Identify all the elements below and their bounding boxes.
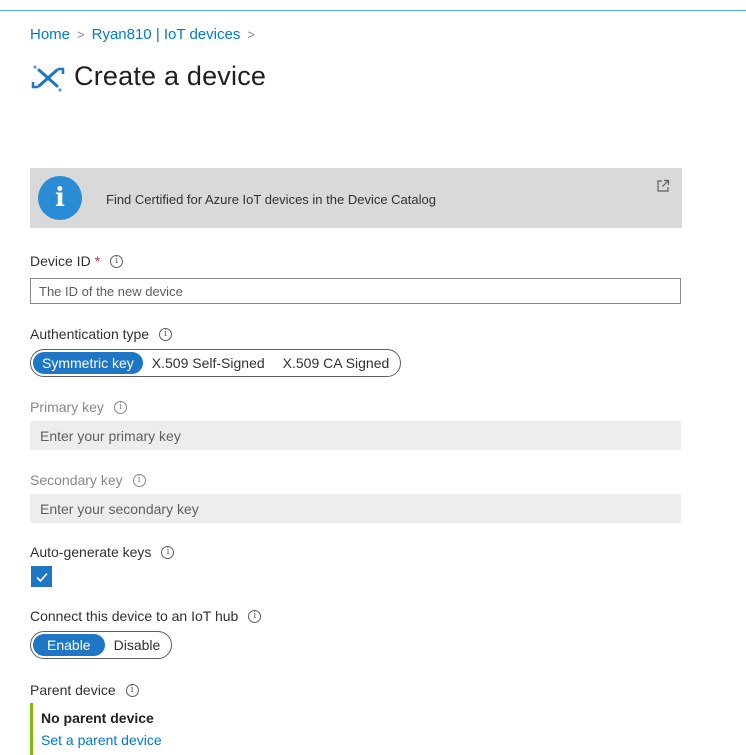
secondary-key-label-text: Secondary key <box>30 472 123 488</box>
parent-device-box: No parent device Set a parent device <box>30 703 330 755</box>
secondary-key-label: Secondary key i <box>30 472 146 488</box>
external-link-icon[interactable] <box>656 179 670 193</box>
auth-type-label-text: Authentication type <box>30 326 150 342</box>
primary-key-label: Primary key i <box>30 399 127 415</box>
auto-generate-checkbox[interactable] <box>31 566 52 587</box>
top-rule <box>0 10 746 11</box>
auth-option-symmetric-key[interactable]: Symmetric key <box>33 352 143 374</box>
secondary-key-input[interactable]: Enter your secondary key <box>30 494 681 523</box>
connect-hub-label: Connect this device to an IoT hub i <box>30 608 262 624</box>
auth-type-selector: Symmetric key X.509 Self-Signed X.509 CA… <box>30 349 402 377</box>
connect-option-disable[interactable]: Disable <box>105 634 170 656</box>
primary-key-label-text: Primary key <box>30 399 104 415</box>
auto-generate-label-text: Auto-generate keys <box>30 544 152 560</box>
info-icon[interactable]: i <box>248 609 262 623</box>
title-row: Create a device <box>30 58 266 94</box>
banner-text: Find Certified for Azure IoT devices in … <box>106 192 436 207</box>
auto-generate-label: Auto-generate keys i <box>30 544 175 560</box>
checkmark-icon <box>35 572 48 582</box>
info-icon[interactable]: i <box>132 473 146 487</box>
info-icon[interactable]: i <box>110 254 124 268</box>
info-icon[interactable]: i <box>159 327 173 341</box>
breadcrumb-separator: > <box>247 27 255 42</box>
device-catalog-banner[interactable]: i Find Certified for Azure IoT devices i… <box>30 168 682 228</box>
info-icon: i <box>38 176 82 220</box>
device-id-input[interactable]: The ID of the new device <box>30 278 681 304</box>
primary-key-input[interactable]: Enter your primary key <box>30 421 681 450</box>
device-id-label: Device ID * i <box>30 253 124 269</box>
parent-device-label-text: Parent device <box>30 682 116 698</box>
device-id-label-text: Device ID <box>30 253 91 269</box>
auth-option-x509-self-signed[interactable]: X.509 Self-Signed <box>143 352 274 374</box>
auth-type-label: Authentication type i <box>30 326 173 342</box>
breadcrumb-home[interactable]: Home <box>30 26 70 43</box>
info-icon[interactable]: i <box>161 545 175 559</box>
info-icon[interactable]: i <box>113 400 127 414</box>
iot-device-icon <box>31 65 65 92</box>
breadcrumb: Home > Ryan810 | IoT devices > <box>30 26 262 43</box>
parent-device-value: No parent device <box>41 710 154 726</box>
connect-hub-label-text: Connect this device to an IoT hub <box>30 608 239 624</box>
page-title: Create a device <box>74 60 267 91</box>
info-icon[interactable]: i <box>125 683 139 697</box>
connect-hub-selector: Enable Disable <box>30 631 173 659</box>
breadcrumb-separator: > <box>77 27 85 42</box>
parent-device-label: Parent device i <box>30 682 139 698</box>
required-marker: * <box>94 253 101 269</box>
set-parent-device-link[interactable]: Set a parent device <box>41 732 330 748</box>
auth-option-x509-ca-signed[interactable]: X.509 CA Signed <box>274 352 399 374</box>
breadcrumb-iot-devices[interactable]: Ryan810 | IoT devices <box>92 26 241 43</box>
connect-option-enable[interactable]: Enable <box>33 634 105 656</box>
